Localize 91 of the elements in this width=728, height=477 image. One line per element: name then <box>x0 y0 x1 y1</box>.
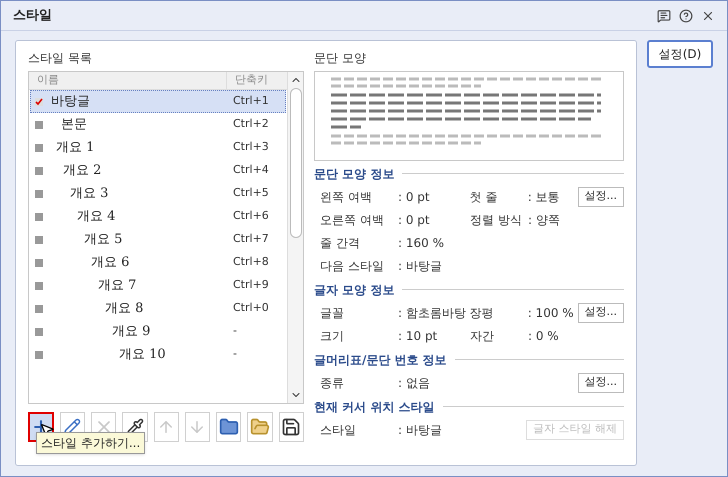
style-item[interactable]: 개요 4 Ctrl+6 <box>30 205 286 228</box>
style-item[interactable]: 개요 1 Ctrl+3 <box>30 136 286 159</box>
section-title: 문단 모양 <box>314 50 367 67</box>
field-label: 크기 <box>320 328 345 344</box>
field-label: 줄 간격 <box>320 234 361 252</box>
save-icon <box>281 417 302 437</box>
field-label: 글꼴 <box>320 304 345 322</box>
section-title: 스타일 목록 <box>28 50 93 67</box>
tooltip: 스타일 추가하기... <box>36 432 146 454</box>
field-value: : 양쪽 <box>528 212 560 228</box>
style-name: 개요 6 <box>90 254 130 272</box>
field-value: : 0 % <box>528 328 559 344</box>
field-value: : 바탕글 <box>398 422 442 438</box>
field-label: 첫 줄 <box>470 188 499 206</box>
field-value: : 0 pt <box>398 188 430 206</box>
style-item[interactable]: 개요 7 Ctrl+9 <box>30 274 286 297</box>
field-label: 왼쪽 여백 <box>320 188 373 206</box>
style-item[interactable]: 본문 Ctrl+2 <box>30 113 286 136</box>
shortcut: Ctrl+8 <box>232 254 270 270</box>
style-name: 개요 10 <box>118 346 167 364</box>
shortcut: - <box>232 323 238 340</box>
help-icon[interactable] <box>679 8 693 22</box>
style-item[interactable]: 바탕글 Ctrl+1 <box>30 90 286 113</box>
settings-button[interactable]: 설정... <box>578 186 624 206</box>
style-item[interactable]: 개요 10 - <box>30 343 286 366</box>
style-icon <box>35 258 43 266</box>
shortcut: - <box>232 346 238 362</box>
settings-button[interactable]: 설정... <box>578 372 624 392</box>
style-icon <box>35 190 43 198</box>
field-value: : 0 pt <box>398 212 430 228</box>
field-label: 자간 <box>470 328 495 344</box>
style-item[interactable]: 개요 5 Ctrl+7 <box>30 228 286 251</box>
style-item[interactable]: 개요 6 Ctrl+8 <box>30 251 286 274</box>
style-name: 개요 7 <box>97 276 138 295</box>
scrollbar[interactable] <box>287 72 303 403</box>
window-title: 스타일 <box>13 6 52 25</box>
checked-style-icon <box>35 98 43 106</box>
scroll-thumb[interactable] <box>290 88 302 238</box>
style-name: 개요 9 <box>111 322 152 341</box>
style-name: 본문 <box>60 116 88 134</box>
section-heading: 글자 모양 정보 <box>314 282 394 298</box>
field-value: : 바탕글 <box>398 258 442 274</box>
comment-icon[interactable] <box>657 8 671 22</box>
shortcut: Ctrl+3 <box>232 139 270 156</box>
field-label: 정렬 방식 <box>470 212 523 228</box>
folder-icon <box>218 417 239 437</box>
field-value: : 100 % <box>528 304 574 322</box>
style-icon <box>35 144 43 152</box>
style-item[interactable]: 개요 9 - <box>30 320 286 343</box>
style-name: 개요 8 <box>104 300 144 318</box>
field-label: 오른쪽 여백 <box>320 212 385 228</box>
field-value: : 보통 <box>528 188 560 206</box>
style-icon <box>35 350 43 358</box>
style-icon <box>35 212 43 220</box>
style-item[interactable]: 개요 3 Ctrl+5 <box>30 182 286 205</box>
style-name: 개요 5 <box>83 230 124 249</box>
field-value: : 함초롬바탕 <box>398 304 466 322</box>
style-name: 개요 2 <box>62 162 102 180</box>
style-name: 바탕글 <box>50 92 91 111</box>
field-label: 다음 스타일 <box>320 258 385 274</box>
section-heading: 현재 커서 위치 스타일 <box>314 398 435 416</box>
field-value: : 없음 <box>398 374 430 392</box>
style-name: 개요 3 <box>69 184 110 203</box>
section-heading: 글머리표/문단 번호 정보 <box>314 352 447 368</box>
field-label: 종류 <box>320 374 345 392</box>
field-value: : 160 % <box>398 234 444 252</box>
field-value: : 10 pt <box>398 328 438 344</box>
shortcut: Ctrl+1 <box>232 93 270 110</box>
shortcut: Ctrl+0 <box>232 300 270 316</box>
shortcut: Ctrl+6 <box>232 208 270 224</box>
style-icon <box>35 236 43 244</box>
field-label: 장평 <box>470 304 495 322</box>
shortcut: Ctrl+7 <box>232 231 270 248</box>
style-icon <box>35 328 43 336</box>
style-icon <box>35 304 43 312</box>
style-item[interactable]: 개요 8 Ctrl+0 <box>30 297 286 320</box>
shortcut: Ctrl+4 <box>232 162 270 178</box>
shortcut: Ctrl+5 <box>232 185 270 202</box>
shortcut: Ctrl+2 <box>232 116 270 132</box>
shortcut: Ctrl+9 <box>232 277 270 294</box>
field-label: 스타일 <box>320 422 357 438</box>
style-icon <box>35 166 43 174</box>
settings-button[interactable]: 설정(D) <box>647 40 713 68</box>
style-name: 개요 1 <box>55 138 96 157</box>
style-icon <box>35 282 43 290</box>
style-icon <box>35 120 43 128</box>
settings-button[interactable]: 설정... <box>578 302 624 322</box>
style-name: 개요 4 <box>76 208 116 226</box>
folder-open-icon <box>250 417 270 437</box>
section-heading: 문단 모양 정보 <box>314 166 394 182</box>
style-item[interactable]: 개요 2 Ctrl+4 <box>30 159 286 182</box>
